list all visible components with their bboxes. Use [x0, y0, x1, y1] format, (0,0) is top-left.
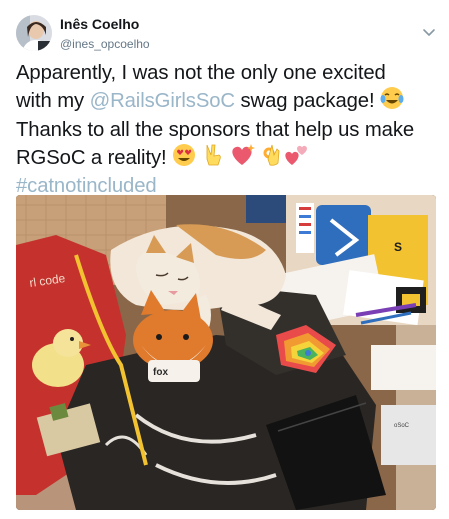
author-names: Inês Coelho @ines_opcoelho	[60, 16, 150, 52]
tweet-text-line-1: Apparently, I was not the only one excit…	[16, 62, 386, 84]
author-handle[interactable]: @ines_opcoelho	[60, 36, 150, 52]
fox-plush-text: fox	[153, 367, 168, 378]
tweet-text-line-2-pre: with my	[16, 90, 90, 113]
two-hearts-icon	[283, 143, 309, 174]
photo-scene: rl code S oSoC fox	[16, 195, 436, 510]
tweet-text-line-3: Thanks to all the sponsors that help us …	[16, 118, 415, 141]
chevron-down-icon[interactable]	[422, 27, 436, 37]
tweet-card: Inês Coelho @ines_opcoelho Apparently, I…	[0, 0, 449, 519]
sparkling-heart-icon	[229, 143, 256, 174]
tweet-text: Apparently, I was not the only one excit…	[16, 61, 434, 199]
face-with-tears-of-joy-icon	[380, 86, 404, 117]
mention-link[interactable]: @RailsGirlsSoC	[90, 90, 236, 112]
ok-hand-icon	[261, 143, 283, 174]
author-display-name[interactable]: Inês Coelho	[60, 16, 150, 33]
heart-eyes-icon	[172, 143, 196, 174]
tweet-text-line-2-post: swag package!	[234, 90, 381, 113]
victory-hand-icon	[202, 143, 224, 174]
photo-label-text: oSoC	[394, 423, 410, 429]
photo-sticker-text: S	[394, 240, 402, 254]
avatar[interactable]	[16, 15, 52, 51]
tweet-header: Inês Coelho @ines_opcoelho	[16, 15, 436, 55]
tweet-photo[interactable]: rl code S oSoC fox	[16, 195, 436, 510]
tweet-text-line-4: RGSoC a reality!	[16, 146, 173, 169]
